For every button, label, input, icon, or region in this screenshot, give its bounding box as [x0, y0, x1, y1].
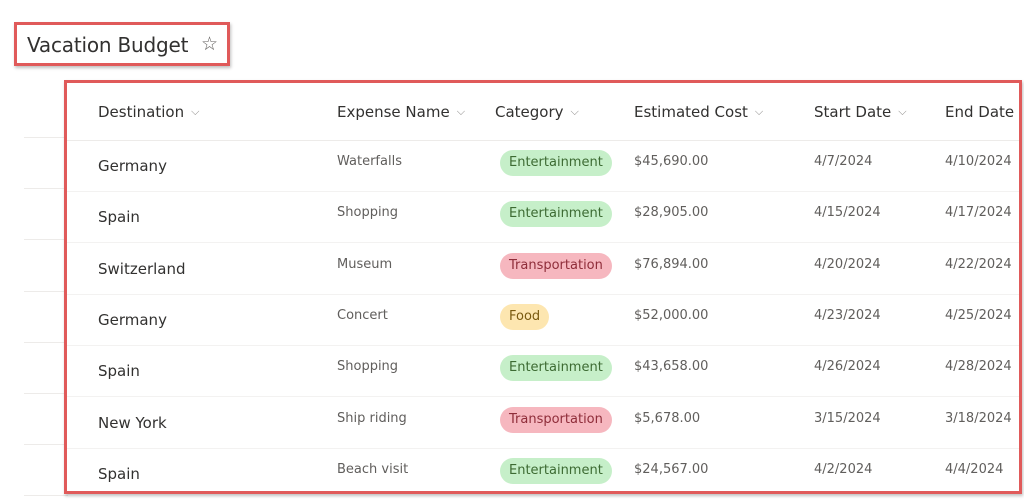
cell-category: Food	[500, 303, 550, 330]
column-header-label: Start Date	[814, 103, 892, 121]
cell-expense-name: Museum	[337, 256, 393, 272]
cell-end-date: 3/18/2024	[945, 410, 1012, 426]
category-pill: Transportation	[500, 406, 612, 433]
cell-end-date: 4/10/2024	[945, 154, 1012, 169]
row-divider	[24, 495, 68, 496]
cell-category: Entertainment	[500, 201, 612, 228]
cell-estimated-cost: $28,905.00	[634, 205, 709, 221]
column-header-end-date[interactable]: End Date	[945, 103, 1014, 121]
cell-expense-name: Ship riding	[337, 410, 407, 426]
cell-end-date: 4/25/2024	[945, 307, 1012, 323]
table-row[interactable]: New York Ship riding Transportation $5,678.…	[67, 397, 1019, 449]
cell-start-date: 4/26/2024	[814, 359, 881, 375]
cell-destination: Germany	[98, 310, 167, 329]
cell-destination: Spain	[98, 362, 140, 381]
column-header-label: End Date	[945, 103, 1015, 121]
table-row[interactable]: Spain Shopping Entertainment $28,905.00 4/15…	[67, 191, 1019, 244]
cell-estimated-cost: $43,658.00	[634, 359, 709, 375]
column-header-label: Category	[495, 103, 564, 121]
cell-expense-name: Waterfalls	[337, 154, 402, 169]
column-header-destination[interactable]: Destination ⌵	[98, 103, 199, 121]
cell-expense-name: Shopping	[337, 205, 399, 221]
row-divider	[24, 393, 68, 394]
cell-destination: Germany	[98, 157, 167, 175]
row-divider	[24, 444, 68, 445]
star-outline-icon[interactable]: ☆	[201, 33, 218, 55]
cell-start-date: 4/15/2024	[814, 205, 881, 221]
row-divider	[24, 291, 68, 292]
cell-category: Entertainment	[500, 355, 612, 382]
cell-category: Entertainment	[500, 150, 612, 176]
cell-estimated-cost: $5,678.00	[634, 410, 701, 426]
table-row[interactable]: Switzerland Museum Transportation $76,894.0…	[67, 243, 1019, 295]
cell-estimated-cost: $45,690.00	[634, 154, 709, 169]
category-pill: Entertainment	[500, 201, 612, 228]
row-divider	[24, 342, 68, 343]
cell-end-date: 4/28/2024	[945, 359, 1012, 375]
column-header-label: Estimated Cost	[634, 103, 748, 121]
cell-estimated-cost: $24,567.00	[634, 461, 709, 477]
chevron-down-icon: ⌵	[754, 105, 764, 118]
table-row[interactable]: Germany Concert Food $52,000.00 4/23/2024 4/2…	[67, 294, 1019, 346]
category-pill: Entertainment	[500, 150, 612, 176]
cell-destination: Switzerland	[98, 259, 186, 278]
cell-start-date: 3/15/2024	[814, 410, 881, 426]
cell-end-date: 4/22/2024	[945, 256, 1012, 272]
chevron-down-icon: ⌵	[456, 105, 466, 118]
cell-category: Transportation	[500, 252, 612, 279]
cell-start-date: 4/20/2024	[814, 256, 881, 272]
cell-estimated-cost: $52,000.00	[634, 307, 709, 323]
row-divider	[24, 137, 68, 138]
cell-estimated-cost: $76,894.00	[634, 256, 709, 272]
column-header-label: Destination	[98, 103, 185, 121]
cell-expense-name: Beach visit	[337, 461, 409, 477]
category-pill: Entertainment	[500, 355, 612, 382]
chevron-down-icon: ⌵	[570, 105, 579, 118]
column-header-row: Destination ⌵ Expense Name ⌵ Category ⌵ Est…	[67, 83, 1019, 141]
column-header-estimated-cost[interactable]: Estimated Cost ⌵	[634, 103, 763, 121]
cell-category: Transportation	[500, 406, 612, 433]
cell-end-date: 4/17/2024	[945, 205, 1012, 221]
cell-expense-name: Concert	[337, 307, 388, 323]
chevron-down-icon: ⌵	[898, 105, 907, 118]
cell-destination: New York	[98, 413, 167, 432]
row-divider	[24, 188, 68, 189]
cell-start-date: 4/23/2024	[814, 307, 881, 323]
table-row[interactable]: Spain Beach visit Entertainment $24,567.00 4…	[67, 448, 1019, 491]
row-divider	[24, 239, 68, 240]
cell-expense-name: Shopping	[337, 359, 399, 375]
category-pill: Entertainment	[500, 457, 612, 484]
cell-category: Entertainment	[500, 457, 612, 484]
column-header-start-date[interactable]: Start Date ⌵	[814, 103, 907, 121]
cell-destination: Spain	[98, 464, 140, 483]
table-row[interactable]: Spain Shopping Entertainment $43,658.00 4/26…	[67, 345, 1019, 398]
column-header-expense-name[interactable]: Expense Name ⌵	[337, 103, 465, 121]
column-header-category[interactable]: Category ⌵	[495, 103, 579, 121]
category-pill: Transportation	[500, 252, 612, 279]
row-divider-stubs	[24, 0, 68, 500]
category-pill: Food	[500, 303, 550, 330]
list-view-highlight: Destination ⌵ Expense Name ⌵ Category ⌵ Est…	[64, 80, 1022, 494]
chevron-down-icon: ⌵	[191, 105, 200, 118]
cell-destination: Spain	[98, 208, 140, 227]
cell-start-date: 4/7/2024	[814, 154, 873, 169]
table-row[interactable]: Germany Waterfalls Entertainment $45,690.00…	[67, 140, 1019, 192]
column-header-label: Expense Name	[337, 103, 450, 121]
cell-start-date: 4/2/2024	[814, 461, 873, 477]
cell-end-date: 4/4/2024	[945, 461, 1004, 477]
